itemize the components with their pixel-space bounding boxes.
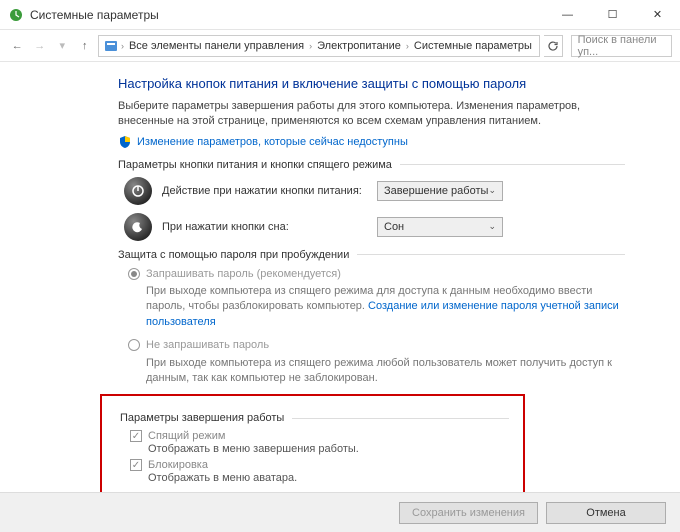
window-title: Системные параметры — [30, 8, 545, 22]
sleep-button-action-row: При нажатии кнопки сна: Сон⌄ — [124, 213, 625, 241]
radio-icon — [128, 268, 140, 280]
up-button[interactable]: ↑ — [75, 35, 93, 57]
breadcrumb-item[interactable]: Все элементы панели управления — [126, 40, 307, 52]
checkbox-lock-desc: Отображать в меню аватара. — [148, 472, 509, 484]
chevron-down-icon: ⌄ — [488, 185, 496, 196]
power-button-action-row: Действие при нажатии кнопки питания: Зав… — [124, 177, 625, 205]
power-icon — [124, 177, 152, 205]
radio-no-password-desc: При выходе компьютера из спящего режима … — [146, 356, 625, 387]
chevron-down-icon: ⌄ — [488, 221, 496, 232]
app-icon — [8, 7, 24, 23]
page-title: Настройка кнопок питания и включение защ… — [118, 76, 625, 91]
breadcrumb-item[interactable]: Системные параметры — [411, 40, 535, 52]
close-button[interactable]: ✕ — [635, 0, 680, 29]
chevron-right-icon: › — [309, 41, 312, 51]
power-button-dropdown[interactable]: Завершение работы⌄ — [377, 181, 503, 201]
power-button-label: Действие при нажатии кнопки питания: — [162, 185, 367, 197]
section-header-password: Защита с помощью пароля при пробуждении — [118, 249, 625, 261]
checkbox-icon: ✓ — [130, 430, 142, 442]
control-panel-icon — [103, 38, 119, 54]
recent-dropdown[interactable]: ▾ — [53, 35, 71, 57]
minimize-button[interactable]: — — [545, 0, 590, 29]
refresh-button[interactable] — [544, 35, 563, 57]
search-input[interactable]: Поиск в панели уп... — [571, 35, 672, 57]
back-button[interactable]: ← — [8, 35, 26, 57]
intro-text: Выберите параметры завершения работы для… — [118, 99, 625, 129]
radio-require-password-desc: При выходе компьютера из спящего режима … — [146, 284, 625, 330]
breadcrumb[interactable]: › Все элементы панели управления › Элект… — [98, 35, 540, 57]
checkbox-lock[interactable]: ✓ Блокировка — [130, 459, 509, 471]
titlebar: Системные параметры — ☐ ✕ — [0, 0, 680, 30]
sleep-button-label: При нажатии кнопки сна: — [162, 221, 367, 233]
chevron-right-icon: › — [406, 41, 409, 51]
sleep-icon — [124, 213, 152, 241]
footer: Сохранить изменения Отмена — [0, 492, 680, 532]
admin-link[interactable]: Изменение параметров, которые сейчас нед… — [118, 135, 625, 149]
maximize-button[interactable]: ☐ — [590, 0, 635, 29]
checkbox-sleep-desc: Отображать в меню завершения работы. — [148, 443, 509, 455]
section-header-buttons: Параметры кнопки питания и кнопки спящег… — [118, 159, 625, 171]
radio-icon — [128, 339, 140, 351]
shield-icon — [118, 135, 132, 149]
chevron-right-icon: › — [121, 41, 124, 51]
content-area: Настройка кнопок питания и включение защ… — [0, 62, 680, 492]
breadcrumb-item[interactable]: Электропитание — [314, 40, 404, 52]
cancel-button[interactable]: Отмена — [546, 502, 666, 524]
checkbox-icon: ✓ — [130, 459, 142, 471]
save-button[interactable]: Сохранить изменения — [399, 502, 538, 524]
forward-button[interactable]: → — [30, 35, 48, 57]
navbar: ← → ▾ ↑ › Все элементы панели управления… — [0, 30, 680, 62]
admin-link-text: Изменение параметров, которые сейчас нед… — [137, 136, 408, 148]
checkbox-sleep[interactable]: ✓ Спящий режим — [130, 430, 509, 442]
radio-no-password[interactable]: Не запрашивать пароль — [128, 338, 625, 353]
radio-require-password[interactable]: Запрашивать пароль (рекомендуется) — [128, 267, 625, 282]
section-header-shutdown: Параметры завершения работы — [120, 412, 509, 424]
sleep-button-dropdown[interactable]: Сон⌄ — [377, 217, 503, 237]
highlighted-section: Параметры завершения работы ✓ Спящий реж… — [100, 394, 525, 492]
